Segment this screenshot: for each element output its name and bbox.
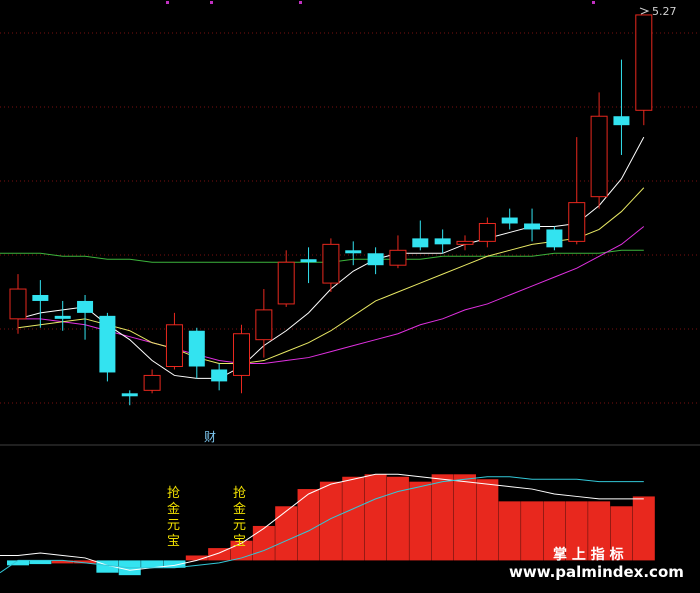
oscillator-bar: [476, 479, 499, 561]
candle-body: [478, 222, 496, 242]
top-marks: [166, 1, 595, 4]
candle: [478, 217, 496, 248]
candle-body: [54, 315, 71, 319]
candle: [412, 220, 429, 251]
signal-char: 宝: [167, 534, 180, 549]
candle: [255, 289, 273, 358]
candle-body: [345, 250, 362, 254]
candle-body: [412, 238, 429, 248]
oscillator-bar: [252, 525, 275, 561]
candle-body: [367, 253, 384, 266]
candle: [590, 92, 608, 209]
candle-body: [165, 324, 183, 367]
signal-text-2: 抢 金 元 宝: [233, 485, 246, 549]
candle-body: [590, 115, 608, 198]
oscillator-bar: [454, 474, 476, 561]
candle: [456, 235, 474, 251]
signal-char: 金: [233, 501, 246, 517]
candle-body: [389, 249, 407, 266]
candle-body: [322, 243, 340, 284]
oscillator-bar: [342, 476, 365, 561]
ma60-line: [0, 249, 644, 263]
signal-char: 元: [167, 518, 180, 533]
candle: [54, 300, 71, 331]
candle: [300, 247, 317, 284]
oscillator-bar: [521, 501, 544, 561]
candle-body: [188, 330, 205, 367]
candle-body: [121, 393, 138, 397]
oscillator-bar: [409, 481, 432, 561]
candle: [524, 208, 541, 242]
candle-body: [434, 238, 451, 245]
candle-body: [255, 309, 273, 341]
candle-body: [524, 223, 541, 230]
candle: [546, 226, 563, 251]
candle: [635, 14, 653, 126]
oscillator-bar: [386, 476, 409, 561]
candle: [277, 250, 295, 307]
oscillator-bar: [319, 481, 342, 561]
signal-char: 元: [233, 518, 246, 533]
oscillator-bar: [632, 496, 655, 561]
candle: [9, 274, 27, 334]
candle-body: [546, 229, 563, 248]
oscillator-bar: [7, 560, 29, 566]
candle-body: [300, 259, 317, 263]
watermark-title: 掌 上 指 标: [553, 546, 624, 563]
candle: [501, 208, 518, 230]
candle-body: [456, 240, 474, 245]
candle-body: [501, 217, 518, 224]
oscillator-bar: [29, 560, 52, 565]
signal-char: 宝: [233, 534, 246, 549]
oscillator-bar: [431, 474, 454, 561]
signal-text-1: 抢 金 元 宝: [167, 485, 180, 549]
cai-marker-label: 财: [204, 430, 216, 444]
candle-body: [9, 288, 27, 320]
high-price-pointer-icon: [639, 7, 650, 15]
candle-body: [568, 202, 586, 242]
candle: [434, 229, 451, 254]
signal-char: 金: [167, 501, 180, 517]
candle: [32, 280, 49, 328]
oscillator-bar: [364, 474, 387, 561]
candlestick-chart[interactable]: 5.27 财 抢 金 元 宝 抢 金 元 宝 掌 上 指 标 www.palmi…: [0, 0, 700, 593]
candle: [165, 312, 183, 370]
signal-char: 抢: [167, 485, 180, 501]
candle: [389, 235, 407, 269]
candle: [211, 363, 228, 391]
candle: [233, 324, 250, 394]
signal-char: 抢: [233, 485, 246, 501]
candle-body: [233, 333, 250, 376]
oscillator-bar: [498, 501, 521, 561]
candle-body: [77, 300, 94, 313]
candle: [345, 241, 362, 266]
candle-body: [211, 369, 228, 382]
candles: [9, 14, 653, 406]
candle-body: [277, 261, 295, 305]
high-price-label: 5.27: [652, 5, 677, 18]
oscillator-bar: [275, 506, 298, 561]
candle-body: [635, 14, 653, 111]
candle: [367, 247, 384, 275]
candle: [188, 327, 205, 379]
candle: [77, 294, 94, 340]
candle-body: [32, 294, 49, 301]
candle: [613, 59, 630, 155]
candle-body: [613, 116, 630, 126]
watermark-url: www.palmindex.com: [509, 563, 684, 581]
candle-body: [99, 315, 116, 373]
candle: [568, 137, 586, 245]
candle: [143, 369, 161, 394]
candle-body: [143, 374, 161, 391]
candle: [99, 312, 116, 382]
